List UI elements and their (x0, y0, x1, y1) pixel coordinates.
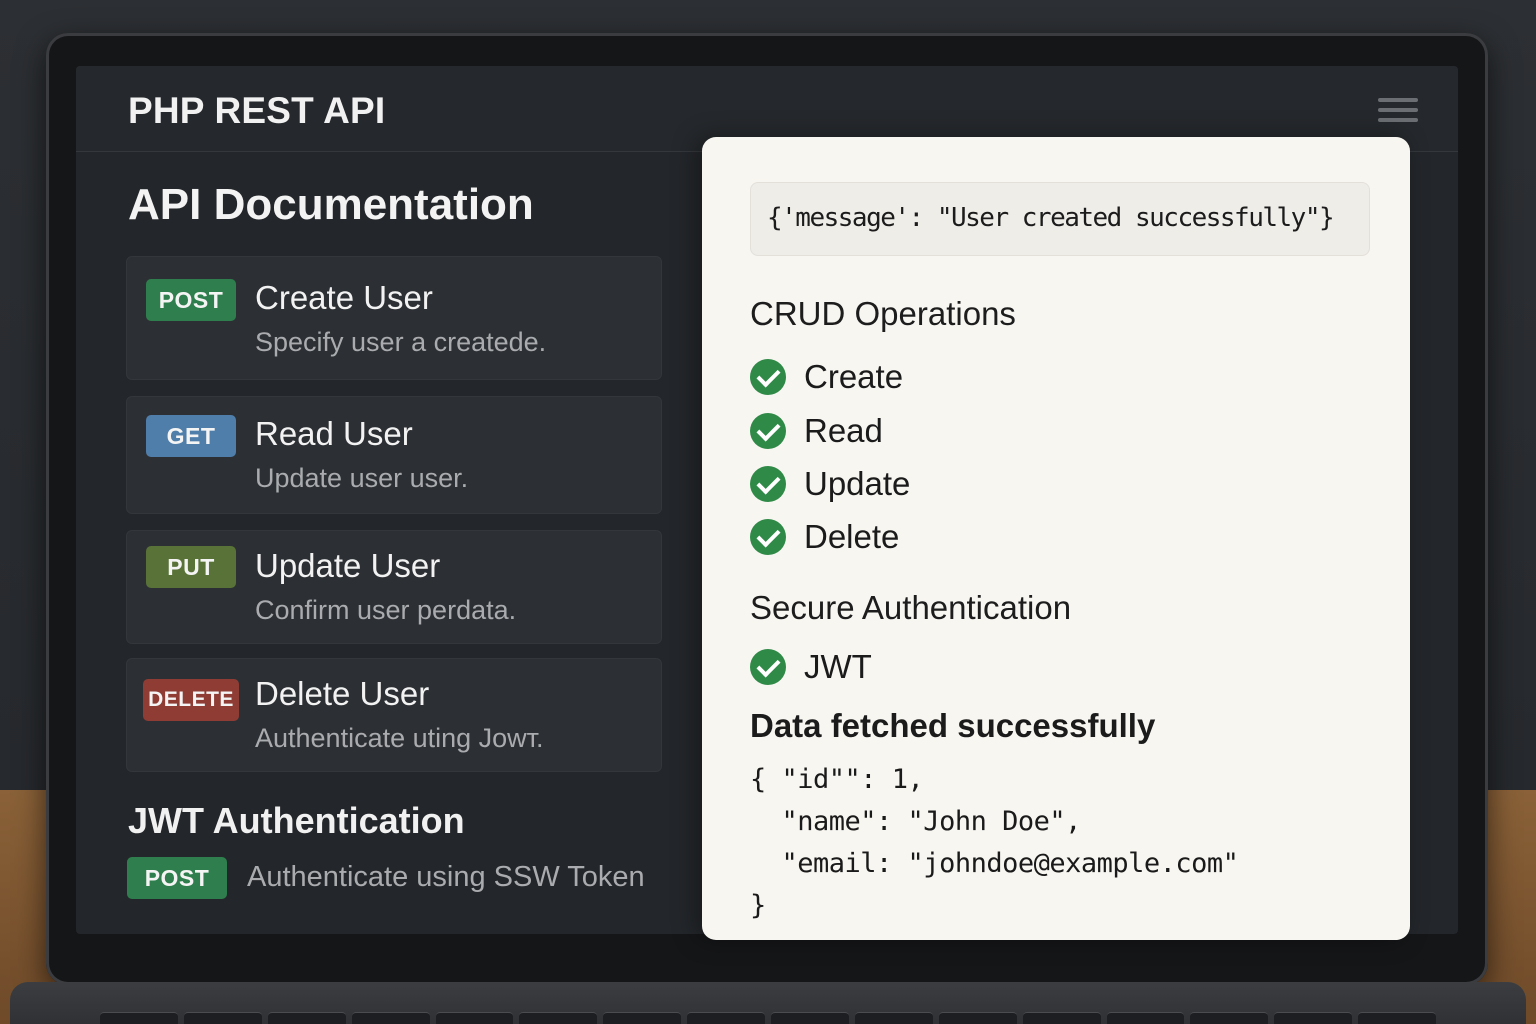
response-message: {'message': "User created successfully"} (767, 203, 1335, 233)
response-panel: {'message': "User created successfully"}… (702, 137, 1410, 940)
endpoint-title: Read User (255, 415, 413, 452)
endpoint-card-update-user[interactable]: PUT Update User Confirm user perdata. (126, 530, 662, 644)
check-circle-icon (750, 519, 786, 555)
check-circle-icon (750, 359, 786, 395)
auth-item-label: JWT (804, 648, 872, 685)
method-badge-put: PUT (146, 546, 236, 588)
endpoint-description: Update user user. (255, 463, 469, 493)
keyboard-row (100, 1012, 1436, 1024)
secure-authentication-heading: Secure Authentication (750, 589, 1072, 626)
endpoint-card-create-user[interactable]: POST Create User Specify user a createde… (126, 256, 662, 380)
check-circle-icon (750, 413, 786, 449)
crud-item-label: Create (804, 358, 904, 395)
app-title: PHP REST API (128, 90, 386, 131)
endpoint-title: Create User (255, 279, 433, 316)
check-circle-icon (750, 649, 786, 685)
endpoint-title: Delete User (255, 675, 430, 712)
method-badge-delete: DELETE (143, 679, 239, 721)
endpoint-description: Specify user a createde. (255, 327, 547, 357)
crud-operations-heading: CRUD Operations (750, 295, 1016, 332)
jwt-method-badge-post[interactable]: POST (127, 857, 227, 899)
jwt-description: Authenticate using SSW Token (247, 861, 645, 893)
crud-item-delete: Delete (750, 517, 899, 557)
check-circle-icon (750, 466, 786, 502)
method-badge-get: GET (146, 415, 236, 457)
hamburger-menu-icon[interactable] (1378, 98, 1418, 122)
crud-item-update: Update (750, 464, 910, 504)
crud-item-label: Read (804, 412, 883, 449)
endpoint-description: Authenticate uting Jowт. (255, 723, 544, 753)
auth-item-jwt: JWT (750, 647, 872, 687)
crud-item-read: Read (750, 411, 883, 451)
endpoint-description: Confirm user perdata. (255, 595, 517, 625)
api-documentation-heading: API Documentation (128, 180, 534, 229)
crud-item-create: Create (750, 357, 903, 397)
response-message-box: {'message': "User created successfully"} (750, 182, 1370, 256)
method-badge-post: POST (146, 279, 236, 321)
data-fetched-heading: Data fetched successfully (750, 707, 1156, 744)
json-response-block: { "id"": 1, "name": "John Doe", "emai̇l:… (750, 764, 1239, 921)
endpoint-title: Update User (255, 547, 441, 584)
crud-item-label: Update (804, 465, 911, 502)
endpoint-card-read-user[interactable]: GET Read User Update user user. (126, 396, 662, 514)
jwt-authentication-heading: JWT Authentication (128, 800, 465, 841)
crud-item-label: Delete (804, 518, 900, 555)
endpoint-card-delete-user[interactable]: DELETE Delete User Authenticate uting Jo… (126, 658, 662, 772)
